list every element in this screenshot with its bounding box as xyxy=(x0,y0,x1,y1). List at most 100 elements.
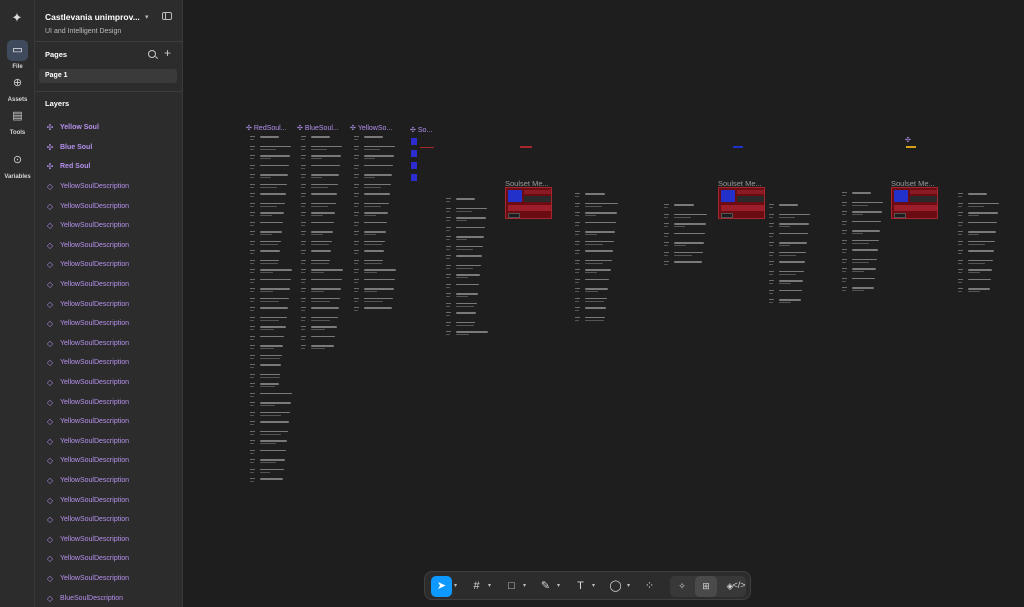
frame-label-text: So... xyxy=(417,126,433,134)
soulset-meter[interactable] xyxy=(891,187,938,219)
file-title[interactable]: Castlevania unimprov... xyxy=(45,12,140,22)
layer-label: YellowSoulDescription xyxy=(60,535,130,543)
layer-label: Blue Soul xyxy=(60,143,93,151)
dev-mode-button[interactable]: </> xyxy=(729,575,749,596)
rail-tools-button[interactable]: ▤ Tools xyxy=(3,106,32,136)
instance-icon: ◇ xyxy=(46,495,54,505)
layer-item[interactable]: ◇ YellowSoulDescription xyxy=(35,373,182,393)
divider xyxy=(35,41,182,42)
layer-item[interactable]: ◇ YellowSoulDescription xyxy=(35,196,182,216)
design-mode-button[interactable]: ⊞ xyxy=(695,576,717,597)
soulset-meter[interactable] xyxy=(718,187,765,219)
rail-assets-button[interactable]: ⊕ Assets xyxy=(3,73,32,103)
instance-icon: ◇ xyxy=(46,221,54,231)
soul-thumbnail[interactable] xyxy=(411,150,417,157)
layer-item[interactable]: ◇ YellowSoulDescription xyxy=(35,471,182,491)
soul-thumbnail[interactable] xyxy=(411,138,417,145)
layer-item[interactable]: ◇ YellowSoulDescription xyxy=(35,255,182,275)
chevron-down-icon[interactable]: ▾ xyxy=(488,582,491,589)
instance-icon: ◇ xyxy=(46,534,54,544)
add-page-icon[interactable]: + xyxy=(164,47,171,59)
layer-item[interactable]: ◇ BlueSoulDescription xyxy=(35,588,182,607)
layers-list: ✣ Yellow Soul ✣ Blue Soul ✣ Red Soul ◇ YellowSo… xyxy=(35,118,182,607)
connector-line xyxy=(420,147,434,148)
divider xyxy=(35,91,182,92)
actions-button[interactable]: ⁘ xyxy=(639,576,660,597)
search-icon[interactable] xyxy=(148,50,156,58)
layer-item[interactable]: ◇ YellowSoulDescription xyxy=(35,216,182,236)
layer-label: YellowSoulDescription xyxy=(60,202,130,210)
design-canvas[interactable]: ✣ RedSoul... ✣ BlueSoul... ✣ YellowSo...… xyxy=(183,0,1024,607)
instance-icon: ◇ xyxy=(46,573,54,583)
layer-item[interactable]: ◇ YellowSoulDescription xyxy=(35,294,182,314)
marker xyxy=(733,146,743,148)
frame-label-red-soul[interactable]: ✣ RedSoul... xyxy=(246,124,287,133)
layer-item[interactable]: ◇ YellowSoulDescription xyxy=(35,236,182,256)
move-tool-button[interactable]: ➤ xyxy=(431,576,452,597)
layer-label: YellowSoulDescription xyxy=(60,300,130,308)
text-tool-button[interactable]: T xyxy=(570,576,591,597)
layer-item[interactable]: ◇ YellowSoulDescription xyxy=(35,275,182,295)
draw-mode-button[interactable]: ✧ xyxy=(671,576,693,597)
layer-label: YellowSoulDescription xyxy=(60,379,130,387)
frame-tool-button[interactable]: # xyxy=(466,576,487,597)
layer-label: YellowSoulDescription xyxy=(60,241,130,249)
comment-tool-button[interactable]: ◯ xyxy=(605,576,626,597)
soul-thumbnail[interactable] xyxy=(411,162,417,169)
rail-file-button[interactable]: ▭ File xyxy=(3,40,32,70)
layer-label: YellowSoulDescription xyxy=(60,261,130,269)
chevron-down-icon[interactable]: ▾ xyxy=(592,582,595,589)
figma-logo-icon[interactable]: ✦ xyxy=(9,10,25,26)
file-project-name[interactable]: UI and Intelligent Design xyxy=(45,28,121,35)
chevron-down-icon[interactable]: ▾ xyxy=(557,582,560,589)
layer-item[interactable]: ◇ YellowSoulDescription xyxy=(35,529,182,549)
layer-item[interactable]: ◇ YellowSoulDescription xyxy=(35,392,182,412)
frame-label-text: RedSoul... xyxy=(253,124,287,132)
layer-item[interactable]: ◇ YellowSoulDescription xyxy=(35,353,182,373)
soul-thumbnail[interactable] xyxy=(411,174,417,181)
panel-toggle-icon[interactable] xyxy=(162,12,172,20)
layer-item[interactable]: ◇ YellowSoulDescription xyxy=(35,510,182,530)
rail-variables-button[interactable]: ⊙ Variables xyxy=(3,150,32,180)
page-item[interactable]: Page 1 xyxy=(39,69,177,83)
assets-icon: ⊕ xyxy=(12,77,23,89)
pen-tool-button[interactable]: ✎ xyxy=(535,576,556,597)
layer-item[interactable]: ◇ YellowSoulDescription xyxy=(35,432,182,452)
layer-label: YellowSoulDescription xyxy=(60,437,130,445)
chevron-down-icon[interactable]: ▾ xyxy=(454,582,457,589)
layer-item[interactable]: ◇ YellowSoulDescription xyxy=(35,334,182,354)
layer-item[interactable]: ◇ YellowSoulDescription xyxy=(35,412,182,432)
instance-icon: ◇ xyxy=(46,417,54,427)
frame-icon: # xyxy=(473,580,480,592)
frame-label-yellow-soul[interactable]: ✣ YellowSo... xyxy=(350,124,392,133)
chevron-down-icon[interactable]: ▾ xyxy=(523,582,526,589)
soulset-meter[interactable] xyxy=(505,187,552,219)
layer-label: YellowSoulDescription xyxy=(60,476,130,484)
layer-item[interactable]: ✣ Blue Soul xyxy=(35,138,182,158)
rectangle-icon: □ xyxy=(508,580,515,592)
layer-label: YellowSoulDescription xyxy=(60,457,130,465)
layer-item[interactable]: ◇ YellowSoulDescription xyxy=(35,569,182,589)
shape-tool-button[interactable]: □ xyxy=(501,576,522,597)
layer-item[interactable]: ✣ Red Soul xyxy=(35,157,182,177)
layers-heading: Layers xyxy=(45,99,70,108)
frame-label-soul[interactable]: ✣ So... xyxy=(410,126,433,135)
layer-item[interactable]: ◇ YellowSoulDescription xyxy=(35,490,182,510)
marker xyxy=(520,146,532,148)
layer-label: YellowSoulDescription xyxy=(60,555,130,563)
instance-icon: ◇ xyxy=(46,554,54,564)
instance-icon: ◇ xyxy=(46,378,54,388)
layer-item[interactable]: ✣ Yellow Soul xyxy=(35,118,182,138)
chevron-down-icon[interactable]: ▾ xyxy=(145,13,149,21)
chevron-down-icon[interactable]: ▾ xyxy=(627,582,630,589)
frame-label-blue-soul[interactable]: ✣ BlueSoul... xyxy=(297,124,339,133)
layer-item[interactable]: ◇ YellowSoulDescription xyxy=(35,314,182,334)
component-icon[interactable]: ✣ xyxy=(905,136,911,144)
layer-item[interactable]: ◇ YellowSoulDescription xyxy=(35,549,182,569)
instance-icon: ◇ xyxy=(46,456,54,466)
rail-file-label: File xyxy=(12,64,23,70)
layer-label: YellowSoulDescription xyxy=(60,183,130,191)
layer-item[interactable]: ◇ YellowSoulDescription xyxy=(35,177,182,197)
toolbox-icon: ▤ xyxy=(12,110,23,122)
layer-item[interactable]: ◇ YellowSoulDescription xyxy=(35,451,182,471)
